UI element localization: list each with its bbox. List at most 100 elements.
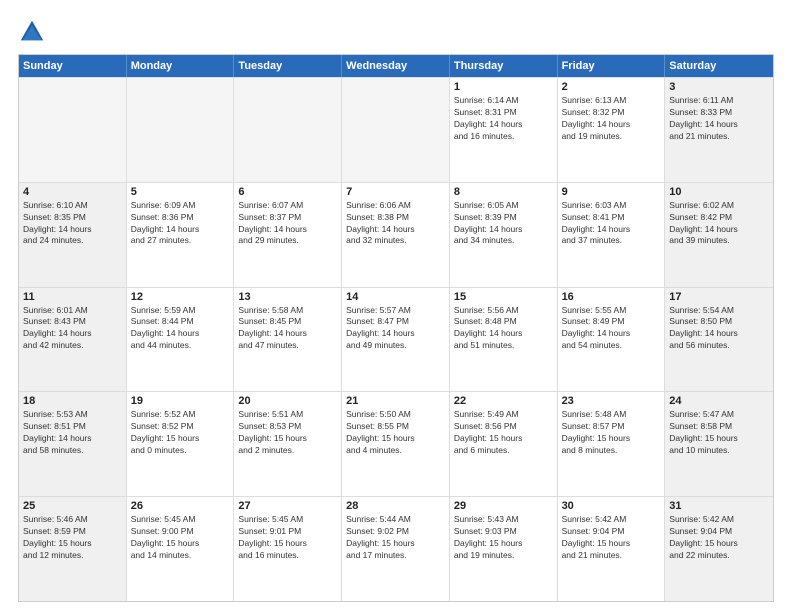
calendar-cell-empty [127, 78, 235, 182]
calendar-cell-day-21: 21Sunrise: 5:50 AM Sunset: 8:55 PM Dayli… [342, 392, 450, 496]
calendar-cell-day-18: 18 Sunrise: 5:53 AM Sunset: 8:51 PM Dayli… [19, 392, 127, 496]
day-info: Sunrise: 6:02 AM Sunset: 8:42 PM Dayligh… [669, 200, 769, 248]
day-number: 22 [454, 395, 553, 407]
day-number: 1 [454, 81, 553, 93]
day-number: 10 [669, 186, 769, 198]
calendar-cell-day-30: 30Sunrise: 5:42 AM Sunset: 9:04 PM Dayli… [558, 497, 666, 601]
logo [18, 18, 50, 46]
calendar-cell-empty [19, 78, 127, 182]
calendar-cell-day-20: 20 Sunrise: 5:51 AM Sunset: 8:53 PM Dayli… [234, 392, 342, 496]
day-info: Sunrise: 6:13 AM Sunset: 8:32 PM Dayligh… [562, 95, 661, 143]
header [18, 18, 774, 46]
day-number: 18 [23, 395, 122, 407]
calendar-row-0: 1 Sunrise: 6:14 AM Sunset: 8:31 PM Daylig… [19, 77, 773, 182]
day-number: 26 [131, 500, 230, 512]
day-number: 9 [562, 186, 661, 198]
calendar-cell-empty [342, 78, 450, 182]
calendar-body: 1 Sunrise: 6:14 AM Sunset: 8:31 PM Daylig… [19, 77, 773, 601]
calendar-cell-day-24: 24 Sunrise: 5:47 AM Sunset: 8:58 PM Dayli… [665, 392, 773, 496]
day-number: 29 [454, 500, 553, 512]
header-day-monday: Monday [127, 55, 235, 77]
page: SundayMondayTuesdayWednesdayThursdayFrid… [0, 0, 792, 612]
day-number: 14 [346, 291, 445, 303]
day-number: 11 [23, 291, 122, 303]
day-info: Sunrise: 5:53 AM Sunset: 8:51 PM Dayligh… [23, 409, 122, 457]
day-number: 17 [669, 291, 769, 303]
day-number: 20 [238, 395, 337, 407]
day-number: 8 [454, 186, 553, 198]
calendar-cell-day-11: 11 Sunrise: 6:01 AM Sunset: 8:43 PM Dayli… [19, 288, 127, 392]
day-number: 5 [131, 186, 230, 198]
day-number: 2 [562, 81, 661, 93]
day-info: Sunrise: 5:58 AM Sunset: 8:45 PM Dayligh… [238, 305, 337, 353]
day-info: Sunrise: 5:45 AM Sunset: 9:00 PM Dayligh… [131, 514, 230, 562]
day-info: Sunrise: 5:43 AM Sunset: 9:03 PM Dayligh… [454, 514, 553, 562]
calendar-header: SundayMondayTuesdayWednesdayThursdayFrid… [19, 55, 773, 77]
calendar-cell-day-16: 16 Sunrise: 5:55 AM Sunset: 8:49 PM Dayli… [558, 288, 666, 392]
calendar-cell-day-12: 12Sunrise: 5:59 AM Sunset: 8:44 PM Dayli… [127, 288, 235, 392]
calendar-cell-day-27: 27Sunrise: 5:45 AM Sunset: 9:01 PM Dayli… [234, 497, 342, 601]
calendar-cell-day-7: 7 Sunrise: 6:06 AM Sunset: 8:38 PM Daylig… [342, 183, 450, 287]
logo-icon [18, 18, 46, 46]
calendar-cell-day-14: 14Sunrise: 5:57 AM Sunset: 8:47 PM Dayli… [342, 288, 450, 392]
day-info: Sunrise: 5:44 AM Sunset: 9:02 PM Dayligh… [346, 514, 445, 562]
calendar-cell-day-17: 17 Sunrise: 5:54 AM Sunset: 8:50 PM Dayli… [665, 288, 773, 392]
day-info: Sunrise: 5:56 AM Sunset: 8:48 PM Dayligh… [454, 305, 553, 353]
calendar-row-3: 18 Sunrise: 5:53 AM Sunset: 8:51 PM Dayli… [19, 391, 773, 496]
header-day-wednesday: Wednesday [342, 55, 450, 77]
header-day-thursday: Thursday [450, 55, 558, 77]
day-info: Sunrise: 5:55 AM Sunset: 8:49 PM Dayligh… [562, 305, 661, 353]
calendar-cell-day-22: 22Sunrise: 5:49 AM Sunset: 8:56 PM Dayli… [450, 392, 558, 496]
day-info: Sunrise: 6:05 AM Sunset: 8:39 PM Dayligh… [454, 200, 553, 248]
day-number: 24 [669, 395, 769, 407]
day-info: Sunrise: 6:06 AM Sunset: 8:38 PM Dayligh… [346, 200, 445, 248]
day-info: Sunrise: 6:11 AM Sunset: 8:33 PM Dayligh… [669, 95, 769, 143]
calendar-cell-day-25: 25 Sunrise: 5:46 AM Sunset: 8:59 PM Dayli… [19, 497, 127, 601]
day-number: 13 [238, 291, 337, 303]
day-number: 27 [238, 500, 337, 512]
day-info: Sunrise: 6:10 AM Sunset: 8:35 PM Dayligh… [23, 200, 122, 248]
calendar-cell-day-13: 13 Sunrise: 5:58 AM Sunset: 8:45 PM Dayli… [234, 288, 342, 392]
calendar-row-1: 4 Sunrise: 6:10 AM Sunset: 8:35 PM Daylig… [19, 182, 773, 287]
calendar-row-4: 25 Sunrise: 5:46 AM Sunset: 8:59 PM Dayli… [19, 496, 773, 601]
day-info: Sunrise: 5:54 AM Sunset: 8:50 PM Dayligh… [669, 305, 769, 353]
calendar-cell-day-29: 29 Sunrise: 5:43 AM Sunset: 9:03 PM Dayli… [450, 497, 558, 601]
day-number: 4 [23, 186, 122, 198]
calendar-row-2: 11 Sunrise: 6:01 AM Sunset: 8:43 PM Dayli… [19, 287, 773, 392]
day-info: Sunrise: 6:14 AM Sunset: 8:31 PM Dayligh… [454, 95, 553, 143]
day-info: Sunrise: 5:52 AM Sunset: 8:52 PM Dayligh… [131, 409, 230, 457]
day-info: Sunrise: 5:46 AM Sunset: 8:59 PM Dayligh… [23, 514, 122, 562]
day-number: 19 [131, 395, 230, 407]
calendar-cell-day-26: 26 Sunrise: 5:45 AM Sunset: 9:00 PM Dayli… [127, 497, 235, 601]
header-day-tuesday: Tuesday [234, 55, 342, 77]
day-info: Sunrise: 5:50 AM Sunset: 8:55 PM Dayligh… [346, 409, 445, 457]
calendar-cell-day-1: 1 Sunrise: 6:14 AM Sunset: 8:31 PM Daylig… [450, 78, 558, 182]
calendar: SundayMondayTuesdayWednesdayThursdayFrid… [18, 54, 774, 602]
day-number: 16 [562, 291, 661, 303]
day-number: 31 [669, 500, 769, 512]
calendar-cell-empty [234, 78, 342, 182]
calendar-cell-day-23: 23Sunrise: 5:48 AM Sunset: 8:57 PM Dayli… [558, 392, 666, 496]
day-info: Sunrise: 5:59 AM Sunset: 8:44 PM Dayligh… [131, 305, 230, 353]
day-info: Sunrise: 5:42 AM Sunset: 9:04 PM Dayligh… [669, 514, 769, 562]
calendar-cell-day-10: 10 Sunrise: 6:02 AM Sunset: 8:42 PM Dayli… [665, 183, 773, 287]
day-number: 15 [454, 291, 553, 303]
day-number: 7 [346, 186, 445, 198]
calendar-cell-day-15: 15 Sunrise: 5:56 AM Sunset: 8:48 PM Dayli… [450, 288, 558, 392]
day-info: Sunrise: 6:03 AM Sunset: 8:41 PM Dayligh… [562, 200, 661, 248]
day-info: Sunrise: 5:51 AM Sunset: 8:53 PM Dayligh… [238, 409, 337, 457]
header-day-sunday: Sunday [19, 55, 127, 77]
day-info: Sunrise: 6:09 AM Sunset: 8:36 PM Dayligh… [131, 200, 230, 248]
day-number: 25 [23, 500, 122, 512]
calendar-cell-day-28: 28Sunrise: 5:44 AM Sunset: 9:02 PM Dayli… [342, 497, 450, 601]
calendar-cell-day-6: 6Sunrise: 6:07 AM Sunset: 8:37 PM Daylig… [234, 183, 342, 287]
day-info: Sunrise: 6:01 AM Sunset: 8:43 PM Dayligh… [23, 305, 122, 353]
calendar-cell-day-4: 4 Sunrise: 6:10 AM Sunset: 8:35 PM Daylig… [19, 183, 127, 287]
calendar-cell-day-9: 9 Sunrise: 6:03 AM Sunset: 8:41 PM Daylig… [558, 183, 666, 287]
day-number: 30 [562, 500, 661, 512]
calendar-cell-day-2: 2 Sunrise: 6:13 AM Sunset: 8:32 PM Daylig… [558, 78, 666, 182]
calendar-cell-day-31: 31 Sunrise: 5:42 AM Sunset: 9:04 PM Dayli… [665, 497, 773, 601]
day-info: Sunrise: 5:47 AM Sunset: 8:58 PM Dayligh… [669, 409, 769, 457]
calendar-cell-day-8: 8 Sunrise: 6:05 AM Sunset: 8:39 PM Daylig… [450, 183, 558, 287]
calendar-cell-day-5: 5 Sunrise: 6:09 AM Sunset: 8:36 PM Daylig… [127, 183, 235, 287]
